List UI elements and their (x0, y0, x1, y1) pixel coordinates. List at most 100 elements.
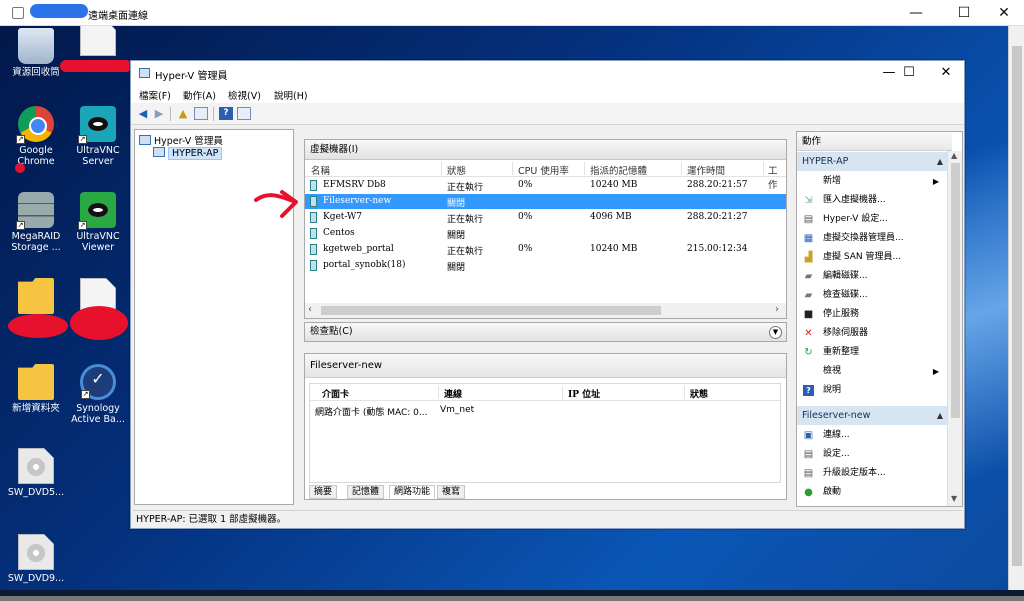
tab-networking[interactable]: 網路功能 (389, 485, 436, 499)
desktop-icon-ultravnc-server[interactable]: ↗ UltraVNC Server (66, 106, 130, 167)
vm-cpu: 0% (518, 180, 533, 190)
tree-root-label: Hyper-V 管理員 (154, 136, 223, 147)
menu-file[interactable]: 檔案(F) (139, 88, 171, 102)
desktop-icon-synology[interactable]: ↗ Synology Active Ba... (66, 364, 130, 425)
vm-row[interactable]: portal_synobk(18) 關閉 (305, 258, 786, 273)
action-start[interactable]: ● 啟動 (797, 483, 947, 502)
vm-row[interactable]: kgetweb_portal 正在執行 0% 10240 MB 215.00:1… (305, 242, 786, 257)
actions-scrollbar[interactable]: ▲ ▼ (947, 151, 962, 506)
tab-replication[interactable]: 複寫 (437, 485, 466, 499)
tree-root[interactable]: Hyper-V 管理員 (139, 133, 223, 147)
start-icon: ● (804, 487, 813, 498)
desktop-icon-new-folder[interactable]: 新增資料夾 (4, 364, 68, 414)
close-button[interactable]: ✕ (928, 63, 964, 83)
show-hide-actions-icon[interactable] (237, 107, 251, 120)
column-name[interactable]: 名稱 (311, 163, 330, 177)
desktop-icon-label: MegaRAID Storage ... (11, 231, 61, 253)
action-label: 新增 (823, 176, 842, 186)
vm-name: EFMSRV Db8 (323, 180, 386, 190)
vm-uptime: 215.00:12:34 (687, 244, 748, 254)
action-virtual-switch-manager[interactable]: ▦ 虛擬交換器管理員... (797, 229, 947, 248)
action-new[interactable]: 新增 ▶ (797, 172, 947, 191)
desktop-icon-label: UltraVNC Server (76, 145, 120, 167)
desktop-icon-megaraid[interactable]: ↗ MegaRAID Storage ... (4, 192, 68, 253)
action-import-vm[interactable]: ⇲ 匯入虛擬機器... (797, 191, 947, 210)
tree-node-label: HYPER-AP (168, 147, 223, 160)
action-stop-service[interactable]: ■ 停止服務 (797, 305, 947, 324)
scrollbar-thumb[interactable] (1012, 46, 1022, 566)
chevron-down-icon[interactable]: ▼ (769, 326, 782, 339)
desktop-icon-iso-1[interactable]: SW_DVD5... (4, 448, 68, 498)
action-refresh[interactable]: ↻ 重新整理 (797, 343, 947, 362)
tree-node-hyper-ap[interactable]: HYPER-AP (153, 147, 223, 160)
actions-section-vm[interactable]: Fileserver-new ▲ (797, 406, 947, 425)
column-cpu[interactable]: CPU 使用率 (518, 163, 569, 177)
desktop-icon-iso-2[interactable]: SW_DVD9... (4, 534, 68, 584)
vm-row[interactable]: EFMSRV Db8 正在執行 0% 10240 MB 288.20:21:57 (305, 178, 786, 193)
ultravnc-icon: ↗ (78, 106, 116, 144)
vm-cpu: 0% (518, 212, 533, 222)
scroll-up-icon[interactable]: ▲ (951, 151, 957, 160)
scrollbar-thumb[interactable] (951, 163, 960, 418)
column-state[interactable]: 狀態 (447, 163, 466, 177)
upgrade-icon: ▤ (803, 468, 814, 479)
hyperv-manager-icon (139, 135, 151, 145)
desktop-icon-chrome[interactable]: ↗ Google Chrome (4, 106, 68, 167)
vm-row[interactable]: Centos 關閉 (305, 226, 786, 241)
close-button[interactable]: ✕ (986, 2, 1022, 24)
remote-desktop-scrollbar[interactable] (1008, 26, 1024, 596)
tab-memory[interactable]: 記憶體 (347, 485, 385, 499)
show-hide-tree-icon[interactable] (194, 107, 208, 120)
menu-action[interactable]: 動作(A) (183, 88, 216, 102)
remote-desktop-hscrollbar[interactable] (0, 596, 1024, 601)
maximize-button[interactable]: ☐ (891, 63, 927, 83)
forward-arrow-icon[interactable]: ▶ (152, 107, 166, 120)
collapse-icon[interactable]: ▲ (937, 406, 943, 425)
scroll-left-icon[interactable]: ‹ (308, 304, 312, 315)
maximize-button[interactable]: ☐ (946, 2, 982, 24)
vm-details-panel: Fileserver-new 介面卡 連線 IP 位址 狀態 網路介面卡 (動態… (304, 353, 787, 500)
back-arrow-icon[interactable]: ◀ (136, 107, 150, 120)
scroll-right-icon[interactable]: › (775, 304, 779, 315)
action-view[interactable]: 檢視 ▶ (797, 362, 947, 381)
column-state: 狀態 (690, 390, 709, 400)
action-help[interactable]: ? 說明 (797, 381, 947, 400)
desktop-icon-label: SW_DVD9... (7, 573, 65, 584)
desktop-icon-recycle-bin[interactable]: 資源回收筒 (4, 28, 68, 78)
action-connect[interactable]: ▣ 連線... (797, 426, 947, 445)
action-virtual-san-manager[interactable]: ▟ 虛擬 SAN 管理員... (797, 248, 947, 267)
action-remove-server[interactable]: ✕ 移除伺服器 (797, 324, 947, 343)
vm-state: 正在執行 (447, 247, 484, 257)
actions-section-host[interactable]: HYPER-AP ▲ (797, 152, 947, 171)
vm-row[interactable]: Kget-W7 正在執行 0% 4096 MB 288.20:21:27 (305, 210, 786, 225)
desktop-icon-folder[interactable] (4, 278, 68, 317)
vm-row-selected[interactable]: Fileserver-new 關閉 (305, 194, 786, 209)
action-upgrade-config[interactable]: ▤ 升級設定版本... (797, 464, 947, 483)
virtual-machine-icon (310, 180, 317, 191)
desktop-icon-label: SW_DVD5... (7, 487, 65, 498)
desktop-icon-ultravnc-viewer[interactable]: ↗ UltraVNC Viewer (66, 192, 130, 253)
column-memory[interactable]: 指派的記憶體 (590, 163, 647, 177)
tab-summary[interactable]: 摘要 (309, 485, 338, 499)
stop-icon: ■ (803, 309, 814, 320)
vm-cpu: 0% (518, 244, 533, 254)
minimize-button[interactable]: — (898, 2, 934, 24)
help-icon[interactable]: ? (219, 107, 233, 120)
checkpoints-panel-header[interactable]: 檢查點(C) ▼ (304, 322, 787, 342)
vm-list-hscrollbar[interactable]: ‹ › (305, 303, 786, 318)
adapter-name: 網路介面卡 (動態 MAC: 0... (315, 408, 428, 418)
action-settings[interactable]: ▤ 設定... (797, 445, 947, 464)
synology-icon: ↗ (80, 364, 116, 400)
collapse-icon[interactable]: ▲ (937, 152, 943, 171)
checkpoints-title: 檢查點(C) (310, 326, 353, 337)
action-hyperv-settings[interactable]: ▤ Hyper-V 設定... (797, 210, 947, 229)
menu-help[interactable]: 說明(H) (274, 88, 308, 102)
action-inspect-disk[interactable]: ▰ 檢查磁碟... (797, 286, 947, 305)
menu-view[interactable]: 檢視(V) (228, 88, 261, 102)
up-folder-icon[interactable]: ▲ (176, 107, 190, 120)
scroll-down-icon[interactable]: ▼ (951, 494, 957, 503)
action-edit-disk[interactable]: ▰ 編輯磁碟... (797, 267, 947, 286)
column-uptime[interactable]: 運作時間 (687, 163, 725, 177)
desktop-icon-file[interactable] (66, 26, 130, 59)
scrollbar-thumb[interactable] (321, 306, 661, 315)
